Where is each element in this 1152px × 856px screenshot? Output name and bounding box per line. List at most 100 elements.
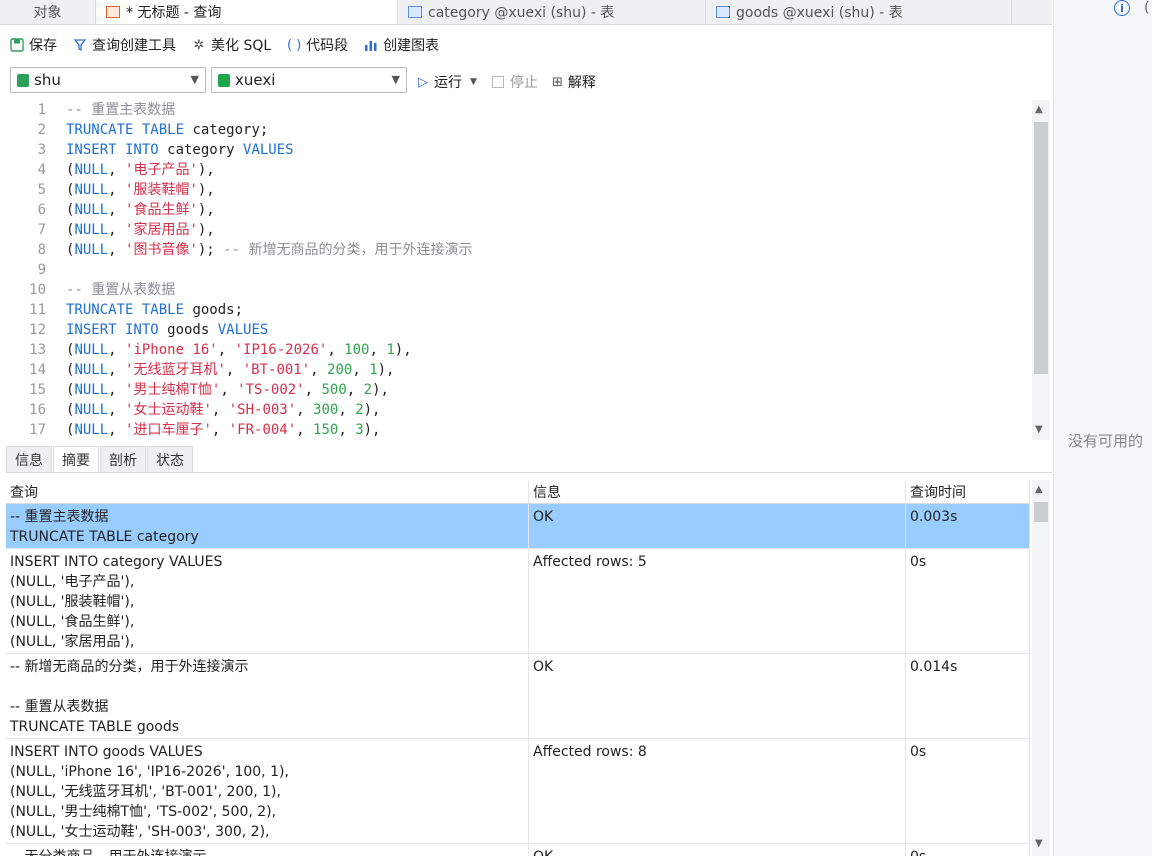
code-token: ,	[108, 342, 126, 358]
info-cell[interactable]: Affected rows: 8	[529, 739, 906, 843]
table-row[interactable]: -- 重置主表数据 TRUNCATE TABLE category OK 0.003…	[6, 504, 1030, 549]
editor-line[interactable]: 8 (NULL, '图书音像'); -- 新增无商品的分类，用于外连接演示	[6, 240, 1032, 260]
column-header-info[interactable]: 信息	[529, 480, 906, 506]
editor-line[interactable]: 10 -- 重置从表数据	[6, 280, 1032, 300]
connection-value: shu	[34, 71, 61, 89]
query-cell[interactable]: INSERT INTO goods VALUES (NULL, 'iPhone …	[6, 739, 529, 843]
line-number: 12	[29, 322, 46, 338]
code-token: 'IP16-2026'	[234, 342, 328, 358]
table-row[interactable]: -- 新增无商品的分类，用于外连接演示 -- 重置从表数据 TRUNCATE T…	[6, 654, 1030, 739]
tab-profile[interactable]: 剖析	[100, 446, 146, 472]
editor-line[interactable]: 14 (NULL, '无线蓝牙耳机', 'BT-001', 200, 1),	[6, 360, 1032, 380]
table-row[interactable]: -- 无分类商品，用于外连接演示OK0s	[6, 844, 1030, 856]
editor-line[interactable]: 7 (NULL, '家居用品'),	[6, 220, 1032, 240]
column-header-query[interactable]: 查询	[6, 480, 529, 506]
stop-label: 停止	[510, 75, 538, 91]
run-dropdown-icon[interactable]: ▼	[470, 77, 477, 87]
code-token: INSERT INTO	[66, 322, 159, 338]
tab-category-table[interactable]: category @xuexi (shu) - 表	[398, 0, 706, 24]
code-token: 200	[327, 362, 353, 378]
beautify-sql-button[interactable]: ✲ 美化 SQL	[192, 35, 272, 55]
scroll-down-icon[interactable]: ▼	[1035, 424, 1043, 435]
time-cell[interactable]: 0.003s	[906, 504, 1030, 548]
code-token: NULL	[74, 242, 109, 258]
clock-icon[interactable]: (	[1144, 0, 1149, 16]
code-token: goods	[158, 322, 218, 338]
explain-button[interactable]: ⊞ 解释	[552, 72, 596, 92]
tab-summary[interactable]: 摘要	[53, 446, 99, 472]
tab-status[interactable]: 状态	[147, 446, 193, 472]
query-cell[interactable]: -- 无分类商品，用于外连接演示	[6, 844, 529, 856]
code-token: 500	[321, 382, 347, 398]
sql-editor[interactable]: 1 -- 重置主表数据 2 TRUNCATE TABLE category; 3 INSE…	[6, 100, 1032, 440]
grid-scrollbar[interactable]: ▲ ▼	[1032, 480, 1050, 856]
editor-scrollbar[interactable]: ▲ ▼	[1032, 100, 1050, 440]
database-value: xuexi	[235, 71, 276, 89]
create-chart-button[interactable]: 创建图表	[364, 35, 439, 55]
stop-button[interactable]: 停止	[492, 72, 538, 92]
line-number: 13	[29, 342, 46, 358]
run-button[interactable]: ▷ 运行 ▼	[418, 72, 477, 92]
code-token: TRUNCATE TABLE	[66, 302, 185, 318]
editor-line[interactable]: 3 INSERT INTO category VALUES	[6, 140, 1032, 160]
database-select[interactable]: xuexi ▼	[211, 67, 407, 93]
table-row[interactable]: INSERT INTO category VALUES (NULL, '电子产品…	[6, 549, 1030, 654]
line-number: 2	[37, 122, 46, 138]
info-cell[interactable]: OK	[529, 504, 906, 548]
time-cell[interactable]: 0s	[906, 739, 1030, 843]
query-cell[interactable]: INSERT INTO category VALUES (NULL, '电子产品…	[6, 549, 529, 653]
connection-icon	[17, 73, 29, 87]
tab-untitled-query[interactable]: * 无标题 - 查询	[96, 0, 398, 24]
editor-line[interactable]: 16 (NULL, '女士运动鞋', 'SH-003', 300, 2),	[6, 400, 1032, 420]
grid-scroll-thumb[interactable]	[1034, 502, 1048, 522]
time-cell[interactable]: 0.014s	[906, 654, 1030, 738]
table-row[interactable]: INSERT INTO goods VALUES (NULL, 'iPhone …	[6, 739, 1030, 844]
tab-info[interactable]: 信息	[6, 446, 52, 472]
code-token: NULL	[74, 362, 109, 378]
editor-line[interactable]: 15 (NULL, '男士纯棉T恤', 'TS-002', 500, 2),	[6, 380, 1032, 400]
code-text: (NULL, '女士运动鞋', 'SH-003', 300, 2),	[66, 400, 380, 420]
query-cell[interactable]: -- 重置主表数据 TRUNCATE TABLE category	[6, 504, 529, 548]
database-icon	[218, 73, 230, 87]
editor-line[interactable]: 13 (NULL, 'iPhone 16', 'IP16-2026', 100, …	[6, 340, 1032, 360]
code-text: TRUNCATE TABLE category;	[66, 120, 268, 140]
code-snippet-label: 代码段	[306, 38, 349, 54]
tab-bar: 对象 * 无标题 - 查询 category @xuexi (shu) - 表 …	[0, 0, 1052, 25]
editor-line[interactable]: 9	[6, 260, 1032, 280]
table-icon	[408, 6, 422, 18]
editor-scroll-thumb[interactable]	[1034, 122, 1048, 374]
connection-select[interactable]: shu ▼	[10, 67, 206, 93]
tab-goods-table[interactable]: goods @xuexi (shu) - 表	[706, 0, 1012, 24]
time-cell[interactable]: 0s	[906, 549, 1030, 653]
scroll-up-icon[interactable]: ▲	[1035, 484, 1043, 495]
info-cell[interactable]: OK	[529, 844, 906, 856]
editor-line[interactable]: 1 -- 重置主表数据	[6, 100, 1032, 120]
code-text: (NULL, '服装鞋帽'),	[66, 180, 215, 200]
info-cell[interactable]: Affected rows: 5	[529, 549, 906, 653]
save-button[interactable]: 保存	[10, 35, 57, 55]
editor-line[interactable]: 2 TRUNCATE TABLE category;	[6, 120, 1032, 140]
create-chart-label: 创建图表	[383, 38, 440, 54]
editor-line[interactable]: 5 (NULL, '服装鞋帽'),	[6, 180, 1032, 200]
code-snippet-button[interactable]: ( ) 代码段	[287, 35, 348, 55]
code-token: NULL	[74, 202, 109, 218]
editor-line[interactable]: 6 (NULL, '食品生鲜'),	[6, 200, 1032, 220]
scroll-down-icon[interactable]: ▼	[1035, 838, 1043, 849]
play-icon: ▷	[418, 74, 428, 90]
editor-line[interactable]: 11 TRUNCATE TABLE goods;	[6, 300, 1032, 320]
time-cell[interactable]: 0s	[906, 844, 1030, 856]
query-cell[interactable]: -- 新增无商品的分类，用于外连接演示 -- 重置从表数据 TRUNCATE T…	[6, 654, 529, 738]
code-token: ,	[338, 422, 356, 438]
editor-line[interactable]: 12 INSERT INTO goods VALUES	[6, 320, 1032, 340]
code-token: '进口车厘子'	[125, 422, 212, 438]
tab-objects[interactable]: 对象	[0, 0, 96, 24]
editor-line[interactable]: 17 (NULL, '进口车厘子', 'FR-004', 150, 3),	[6, 420, 1032, 440]
editor-line[interactable]: 4 (NULL, '电子产品'),	[6, 160, 1032, 180]
scroll-up-icon[interactable]: ▲	[1035, 104, 1043, 115]
info-icon[interactable]: i	[1114, 0, 1130, 16]
column-header-time[interactable]: 查询时间	[906, 480, 1030, 506]
info-cell[interactable]: OK	[529, 654, 906, 738]
code-token: goods;	[184, 302, 244, 318]
code-token: NULL	[74, 182, 109, 198]
query-builder-button[interactable]: 查询创建工具	[73, 35, 176, 55]
